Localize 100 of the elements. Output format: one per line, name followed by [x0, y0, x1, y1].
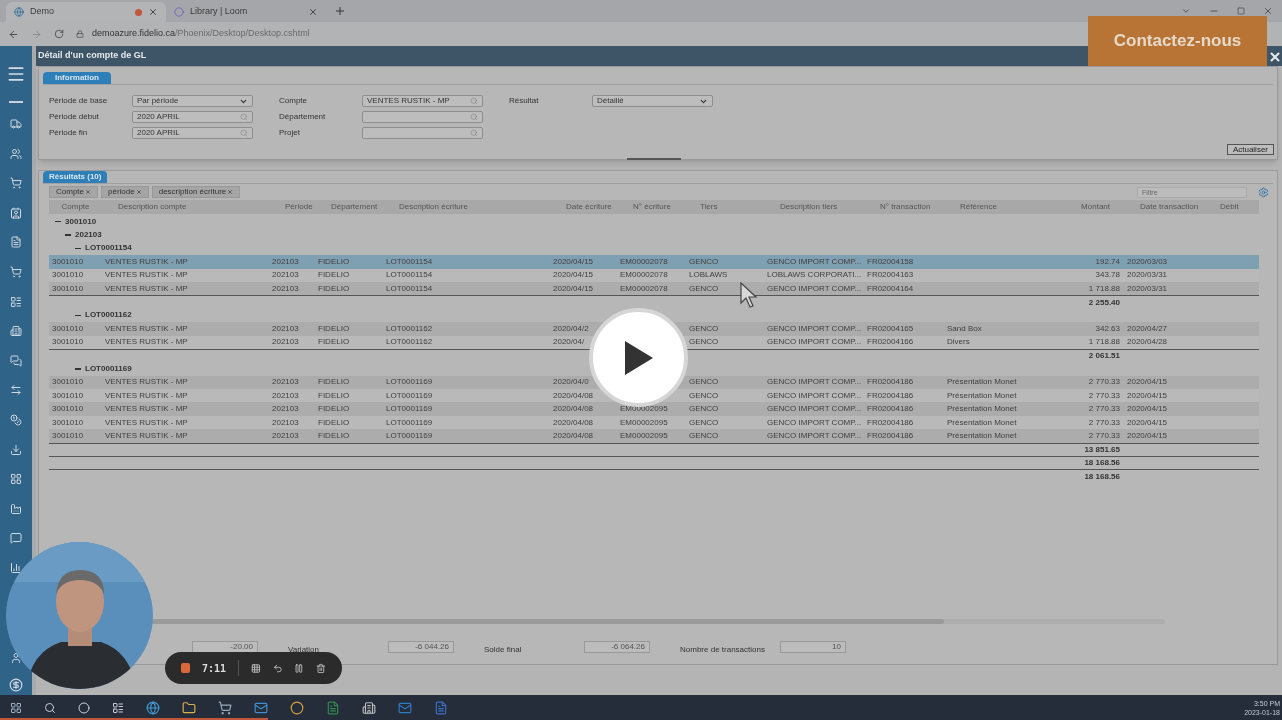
refresh-button[interactable]: Actualiser	[1226, 144, 1274, 155]
remove-icon[interactable]	[135, 189, 142, 195]
new-tab-icon[interactable]	[334, 5, 346, 17]
table-cell: LOT0001154	[386, 270, 433, 280]
grid-icon[interactable]	[250, 662, 261, 674]
app-icon[interactable]	[362, 700, 376, 715]
close-icon[interactable]	[308, 7, 318, 17]
chat-bubbles-icon[interactable]	[10, 354, 23, 367]
truck-icon[interactable]	[10, 118, 23, 130]
stop-button[interactable]	[181, 663, 190, 673]
factory-icon[interactable]	[10, 502, 23, 515]
remove-icon[interactable]	[85, 189, 91, 195]
table-cell: FIDELIO	[318, 337, 350, 347]
table-cell: LOT0001169	[386, 417, 433, 427]
field-label: Compte	[279, 95, 308, 107]
column-header[interactable]: Référence	[960, 202, 997, 211]
field-label: Période de base	[49, 95, 109, 107]
table-row[interactable]: 3001010 VENTES RUSTIK - MP 202103 FIDELIO LOT0001154 2020/04/15 EM00002078 GENCO GENCO IMPORT COMP... FR02004158 192.74 2020/03/03	[49, 255, 1259, 269]
column-header[interactable]: Département	[331, 202, 378, 211]
search-icon[interactable]	[44, 701, 56, 714]
table-cell: 343.78	[1095, 270, 1120, 280]
column-header[interactable]: Date transaction	[1140, 202, 1199, 211]
search-icon	[240, 129, 248, 137]
lookup-field[interactable]: 2020 APRIL	[132, 127, 253, 139]
group-chip[interactable]: période	[101, 186, 149, 198]
dollar-icon[interactable]	[9, 678, 24, 692]
trash-icon[interactable]	[316, 662, 326, 674]
reload-icon[interactable]	[54, 29, 64, 39]
table-row[interactable]: 3001010 VENTES RUSTIK - MP 202103 FIDELIO LOT0001169 2020/04/08 EM00002095 GENCO GENCO IMPORT COMP... FR02004186 Présentation Monet 2 770.33 2020/04/15	[49, 402, 1259, 416]
table-cell: FR02004186	[867, 390, 914, 400]
column-header[interactable]: N° écriture	[633, 202, 671, 211]
group-chip[interactable]: Compte	[49, 186, 98, 198]
browser-tab[interactable]: Library | Loom	[166, 2, 326, 22]
table-cell: FR02004186	[867, 404, 914, 414]
column-header[interactable]: Description écriture	[399, 202, 468, 211]
table-cell: FIDELIO	[318, 430, 350, 440]
back-icon[interactable]	[8, 28, 19, 40]
document-icon[interactable]	[10, 236, 23, 249]
table-row[interactable]: 3001010 VENTES RUSTIK - MP 202103 FIDELIO LOT0001169 2020/04/0 GENCO GENCO IMPORT COMP... FR02004186 Présentation Monet 2 770.33 2020/04/15	[49, 375, 1259, 390]
column-header[interactable]: Montant	[1081, 202, 1110, 211]
lookup-field[interactable]	[362, 111, 483, 123]
store-icon[interactable]	[218, 700, 232, 715]
tab-list-icon[interactable]	[1181, 6, 1191, 16]
cart-icon[interactable]	[10, 265, 23, 278]
table-cell: FR02004163	[867, 270, 914, 280]
section-tab[interactable]: Information	[43, 72, 111, 84]
start-icon[interactable]	[10, 701, 22, 714]
lookup-field[interactable]: VENTES RUSTIK - MP	[362, 95, 483, 107]
table-cell: 202103	[272, 390, 299, 400]
select-field[interactable]: Détaillé	[592, 95, 713, 107]
table-cell: FR02004158	[867, 256, 914, 266]
column-header[interactable]: Compte	[61, 202, 90, 211]
table-row[interactable]: 3001010 VENTES RUSTIK - MP 202103 FIDELIO LOT0001162 2020/04/2 GENCO GENCO IMPORT COMP... FR02004165 Sand Box 342.63 2020/04/27	[49, 322, 1259, 336]
remove-icon[interactable]	[227, 189, 234, 195]
browser-icon[interactable]	[146, 700, 160, 715]
group-chip[interactable]: description écriture	[151, 186, 241, 198]
grid-icon[interactable]	[10, 473, 23, 486]
column-header[interactable]: Description compte	[118, 202, 187, 211]
folder-icon[interactable]	[182, 700, 196, 715]
table-cell: 3001010	[52, 377, 84, 387]
users-icon[interactable]	[10, 147, 23, 160]
undo-icon[interactable]	[272, 662, 283, 674]
building-icon[interactable]	[10, 325, 23, 338]
pause-icon[interactable]	[294, 662, 305, 674]
table-cell: 2020/03/03	[1127, 256, 1168, 266]
section-tab[interactable]: Résultats (10)	[43, 171, 108, 183]
close-icon[interactable]	[1268, 50, 1282, 64]
collapse-icon[interactable]	[65, 232, 71, 239]
select-field[interactable]: Par période	[132, 95, 253, 107]
table-cell: Sand Box	[947, 323, 982, 333]
column-header[interactable]: Période	[285, 202, 313, 211]
group-label: 3001010	[65, 215, 97, 228]
coins-icon[interactable]	[10, 413, 23, 426]
column-header[interactable]: N° transaction	[880, 202, 931, 211]
list-icon[interactable]	[10, 295, 23, 308]
chat-icon[interactable]	[10, 532, 23, 545]
column-header[interactable]: Date écriture	[566, 202, 612, 211]
close-icon[interactable]	[148, 7, 158, 17]
user-icon[interactable]	[10, 652, 23, 664]
close-window-icon[interactable]	[1263, 6, 1273, 16]
column-header[interactable]: Tiers	[700, 202, 718, 211]
contact-button[interactable]: Contactez-nous	[1088, 16, 1267, 66]
column-header[interactable]: Débit	[1220, 202, 1239, 211]
table-row[interactable]: 3001010 VENTES RUSTIK - MP 202103 FIDELIO LOT0001169 2020/04/08 EM00002095 GENCO GENCO IMPORT COMP... FR02004186 Présentation Monet 2 770.33 2020/04/15	[49, 429, 1259, 443]
contact-card-icon[interactable]	[10, 206, 23, 219]
cart-icon[interactable]	[10, 177, 23, 190]
column-header[interactable]: Description tiers	[780, 202, 838, 211]
arrows-icon[interactable]	[10, 384, 23, 397]
table-cell: 202103	[272, 323, 299, 333]
mail-icon[interactable]	[254, 700, 268, 715]
table-cell: VENTES RUSTIK - MP	[105, 270, 188, 280]
scrollbar-thumb[interactable]	[151, 619, 944, 624]
bar-chart-icon[interactable]	[10, 561, 23, 574]
table-cell: GENCO	[689, 390, 719, 400]
table-cell: FIDELIO	[318, 270, 350, 280]
lookup-field[interactable]: 2020 APRIL	[132, 111, 253, 123]
table-cell: VENTES RUSTIK - MP	[105, 404, 188, 414]
browser-tab[interactable]: Demo	[6, 2, 166, 22]
download-icon[interactable]	[10, 443, 23, 456]
lookup-field[interactable]	[362, 127, 483, 139]
